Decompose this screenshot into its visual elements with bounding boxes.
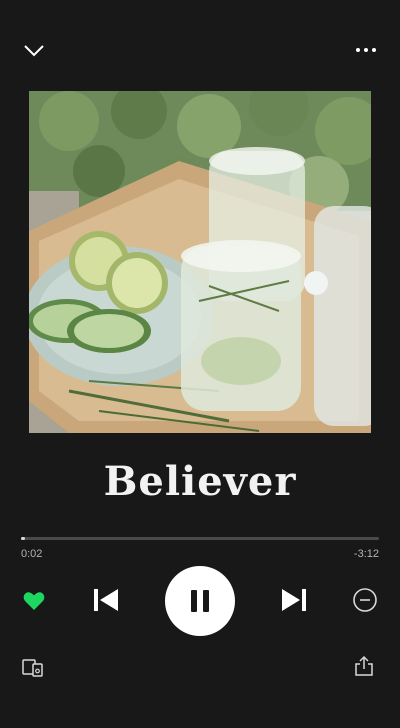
elapsed-time: 0:02: [21, 548, 43, 560]
pause-icon: [191, 590, 209, 612]
progress-fill: [21, 537, 25, 540]
track-title: Believer: [103, 458, 297, 505]
skip-next-icon[interactable]: [280, 586, 308, 614]
top-bar: [0, 0, 400, 90]
remaining-time: -3:12: [353, 548, 379, 560]
heart-icon[interactable]: [22, 589, 46, 613]
album-artwork: [29, 91, 371, 433]
devices-icon[interactable]: [22, 658, 44, 678]
more-dots-icon[interactable]: [354, 40, 378, 60]
share-icon[interactable]: [354, 655, 374, 677]
minus-circle-icon[interactable]: [352, 587, 378, 613]
skip-previous-icon[interactable]: [92, 586, 120, 614]
progress-bar[interactable]: [21, 537, 379, 540]
chevron-down-icon[interactable]: [22, 40, 46, 60]
pause-button[interactable]: [165, 566, 235, 636]
